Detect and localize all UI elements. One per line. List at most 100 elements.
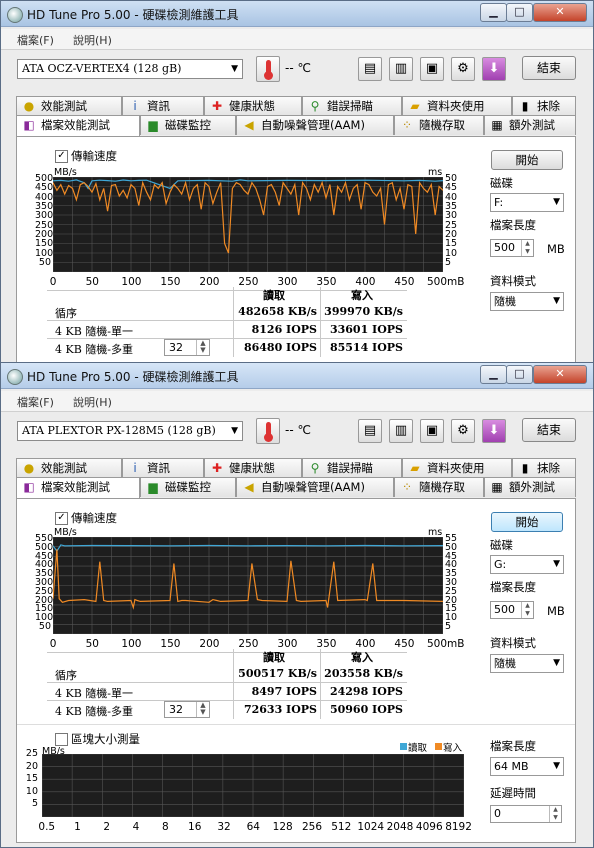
menu-help[interactable]: 說明(H) xyxy=(73,394,112,410)
drive-label: 磁碟 xyxy=(490,176,513,190)
col-read-header: 讀取 xyxy=(263,651,285,664)
tab-aam[interactable]: ◀ 自動噪聲管理(AAM) xyxy=(236,115,394,135)
file-length-stepper[interactable]: 500 ▲ ▼ xyxy=(490,239,534,257)
col-write-header: 寫入 xyxy=(351,651,373,664)
drive-letter-select[interactable]: G: ▼ xyxy=(490,555,564,574)
spin-arrows-icon: ▲ ▼ xyxy=(196,702,209,717)
menu-help[interactable]: 說明(H) xyxy=(73,32,112,48)
x-tick-label: 250 xyxy=(238,276,259,288)
bulb-icon: ● xyxy=(23,461,35,475)
row-sequential-write: 399970 KB/s xyxy=(324,305,403,318)
tab-info[interactable]: i 資訊 xyxy=(122,458,204,478)
tab-folder-usage[interactable]: ▰ 資料夾使用 xyxy=(402,458,512,478)
tab-file-benchmark[interactable]: ◧ 檔案效能測試 xyxy=(16,477,140,499)
chevron-down-icon: ▼ xyxy=(231,426,238,436)
trash-icon: ▮ xyxy=(521,461,529,475)
start-button[interactable]: 開始 xyxy=(491,512,563,532)
x-tick-label: 250 xyxy=(238,638,259,650)
title-bar[interactable]: HD Tune Pro 5.00 - 硬碟檢測維護工具 ▁ □ ✕ xyxy=(1,1,593,27)
copy-screenshot-icon[interactable]: ▥ xyxy=(389,57,413,81)
title-bar[interactable]: HD Tune Pro 5.00 - 硬碟檢測維護工具 ▁ □ ✕ xyxy=(1,363,593,389)
tab-disk-monitor[interactable]: ▆ 磁碟監控 xyxy=(140,477,236,497)
exit-button[interactable]: 結束 xyxy=(522,418,576,442)
copy-text-icon[interactable]: ▤ xyxy=(358,57,382,81)
close-button[interactable]: ✕ xyxy=(533,3,587,22)
queue-depth-stepper[interactable]: 32 ▲ ▼ xyxy=(164,701,210,718)
window-title: HD Tune Pro 5.00 - 硬碟檢測維護工具 xyxy=(27,370,239,384)
spin-arrows-icon: ▲ ▼ xyxy=(196,340,209,355)
minimize-button[interactable]: ▁ xyxy=(480,365,507,384)
tab-benchmark[interactable]: ● 效能測試 xyxy=(16,96,122,116)
x-tick-label: 100 xyxy=(121,276,142,288)
drive-select[interactable]: ATA PLEXTOR PX-128M5 (128 gB) ▼ xyxy=(17,421,243,441)
x-tick-label: 150 xyxy=(160,276,181,288)
row-sequential-label: 循序 xyxy=(55,307,77,320)
data-mode-select[interactable]: 隨機 ▼ xyxy=(490,292,564,311)
download-icon[interactable]: ⬇ xyxy=(482,419,506,443)
x-tick-label: 0.5 xyxy=(38,821,56,833)
x-tick-label: 300 xyxy=(277,638,298,650)
tab-info[interactable]: i 資訊 xyxy=(122,96,204,116)
row-sequential-read: 500517 KB/s xyxy=(238,667,317,680)
tab-health[interactable]: ✚ 健康狀態 xyxy=(204,458,302,478)
speaker-icon: ◀ xyxy=(244,480,254,494)
close-button[interactable]: ✕ xyxy=(533,365,587,384)
copy-screenshot-icon[interactable]: ▥ xyxy=(389,419,413,443)
tab-erase[interactable]: ▮ 抹除 xyxy=(512,458,576,478)
delay-stepper[interactable]: 0 ▲ ▼ xyxy=(490,805,562,823)
menu-file[interactable]: 檔案(F) xyxy=(17,394,54,410)
tab-error-scan[interactable]: ⚲ 錯誤掃瞄 xyxy=(302,96,402,116)
save-icon[interactable]: ▣ xyxy=(420,57,444,81)
block-file-length-select[interactable]: 64 MB ▼ xyxy=(490,757,564,776)
exit-button[interactable]: 結束 xyxy=(522,56,576,80)
tab-extra-tests[interactable]: ▦ 額外測試 xyxy=(484,477,576,497)
maximize-button[interactable]: □ xyxy=(506,3,533,22)
x-tick-label: 50 xyxy=(85,638,99,650)
tab-random-access[interactable]: ⁘ 隨機存取 xyxy=(394,115,484,135)
minimize-button[interactable]: ▁ xyxy=(480,3,507,22)
options-icon[interactable]: ⚙ xyxy=(451,57,475,81)
y-tick-label: 25 xyxy=(25,748,38,759)
start-button[interactable]: 開始 xyxy=(491,150,563,170)
toolbar: ATA OCZ-VERTEX4 (128 gB) ▼ -- ℃ ▤ ▥ ▣ ⚙ ⬇… xyxy=(1,51,593,87)
drive-select-value: ATA PLEXTOR PX-128M5 (128 gB) xyxy=(22,424,216,437)
block-size-label: 區塊大小測量 xyxy=(71,732,140,746)
file-benchmark-icon: ◧ xyxy=(23,480,35,494)
tab-erase[interactable]: ▮ 抹除 xyxy=(512,96,576,116)
chevron-down-icon: ▼ xyxy=(553,559,560,569)
tab-aam[interactable]: ◀ 自動噪聲管理(AAM) xyxy=(236,477,394,497)
transfer-rate-checkbox[interactable]: ✓ xyxy=(55,150,68,163)
tab-disk-monitor[interactable]: ▆ 磁碟監控 xyxy=(140,115,236,135)
tab-random-access[interactable]: ⁘ 隨機存取 xyxy=(394,477,484,497)
tab-extra-tests[interactable]: ▦ 額外測試 xyxy=(484,115,576,135)
magnifier-icon: ⚲ xyxy=(310,99,320,113)
temperature-readout: -- ℃ xyxy=(285,423,311,437)
x-tick-label: 512 xyxy=(331,821,352,833)
queue-depth-stepper[interactable]: 32 ▲ ▼ xyxy=(164,339,210,356)
maximize-button[interactable]: □ xyxy=(506,365,533,384)
transfer-rate-chart xyxy=(53,177,443,272)
temperature-readout: -- ℃ xyxy=(285,61,311,75)
tab-benchmark[interactable]: ● 效能測試 xyxy=(16,458,122,478)
menu-file[interactable]: 檔案(F) xyxy=(17,32,54,48)
chevron-down-icon: ▼ xyxy=(553,296,560,306)
options-icon[interactable]: ⚙ xyxy=(451,419,475,443)
download-icon[interactable]: ⬇ xyxy=(482,57,506,81)
folder-icon: ▰ xyxy=(410,99,420,113)
copy-text-icon[interactable]: ▤ xyxy=(358,419,382,443)
chevron-down-icon: ▼ xyxy=(231,64,238,74)
data-mode-select[interactable]: 隨機 ▼ xyxy=(490,654,564,673)
drive-letter-value: F: xyxy=(494,196,504,209)
transfer-rate-checkbox[interactable]: ✓ xyxy=(55,512,68,525)
save-icon[interactable]: ▣ xyxy=(420,419,444,443)
tab-health[interactable]: ✚ 健康狀態 xyxy=(204,96,302,116)
tab-folder-usage[interactable]: ▰ 資料夾使用 xyxy=(402,96,512,116)
tab-error-scan[interactable]: ⚲ 錯誤掃瞄 xyxy=(302,458,402,478)
block-size-checkbox[interactable] xyxy=(55,733,68,746)
drive-select[interactable]: ATA OCZ-VERTEX4 (128 gB) ▼ xyxy=(17,59,243,79)
hdtune-window-2: HD Tune Pro 5.00 - 硬碟檢測維護工具 ▁ □ ✕ 檔案(F) … xyxy=(0,362,594,848)
file-length-stepper[interactable]: 500 ▲ ▼ xyxy=(490,601,534,619)
tab-file-benchmark[interactable]: ◧ 檔案效能測試 xyxy=(16,115,140,137)
window-title: HD Tune Pro 5.00 - 硬碟檢測維護工具 xyxy=(27,8,239,22)
drive-letter-select[interactable]: F: ▼ xyxy=(490,193,564,212)
